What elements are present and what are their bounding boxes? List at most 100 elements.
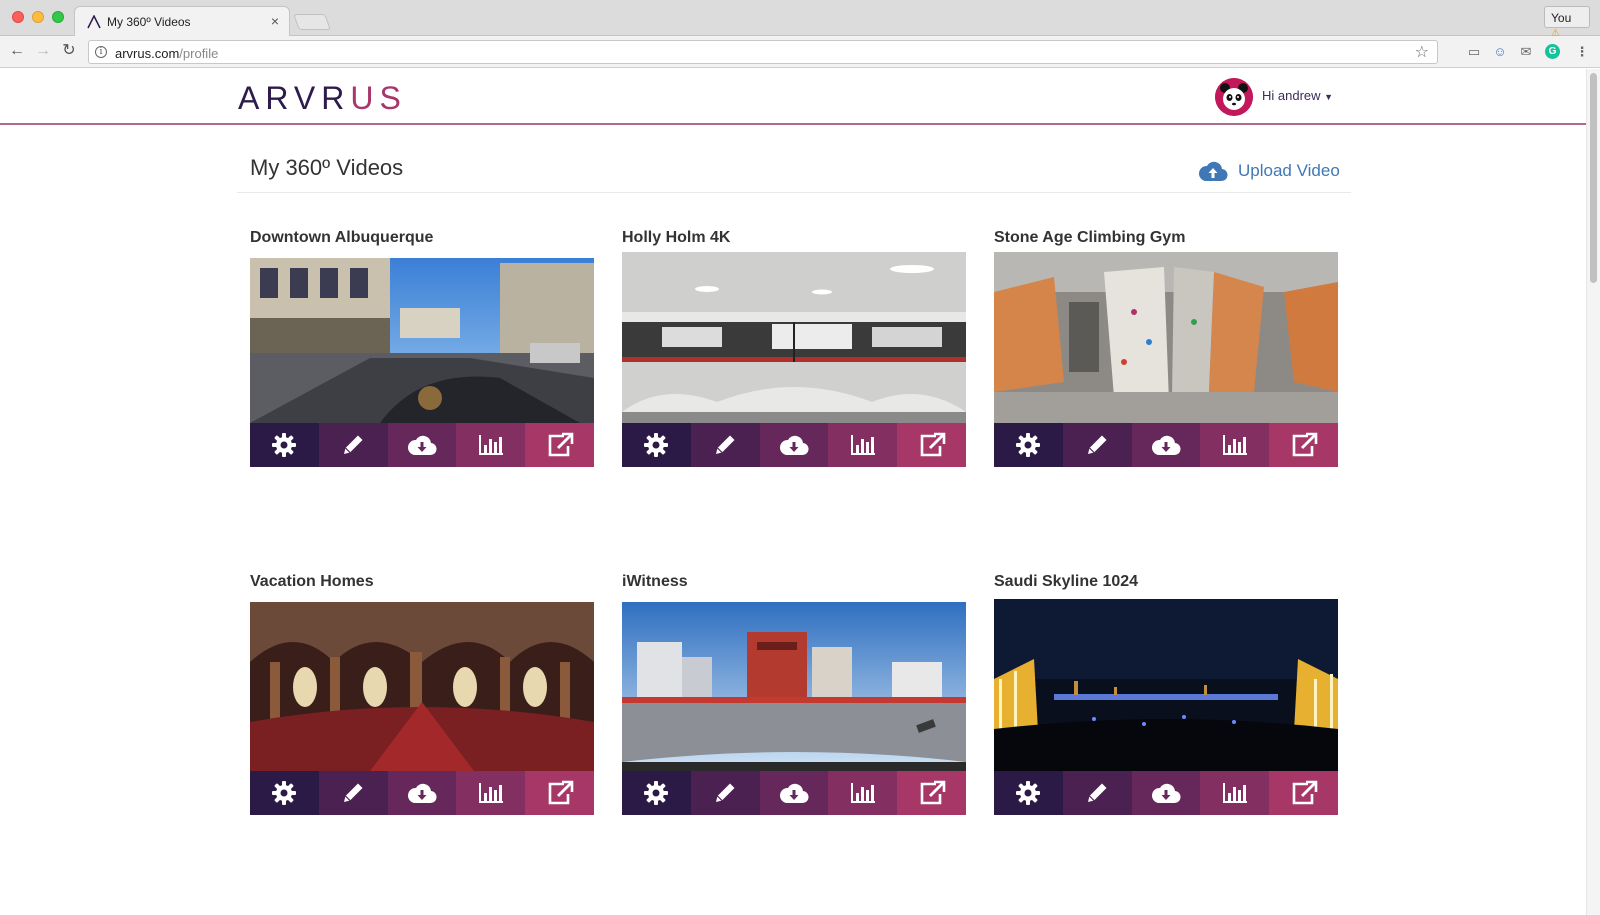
window-minimize-button[interactable] bbox=[32, 11, 44, 23]
scrollbar-thumb[interactable] bbox=[1590, 73, 1597, 283]
panda-avatar-icon bbox=[1215, 78, 1253, 116]
download-button[interactable] bbox=[387, 423, 457, 467]
edit-button[interactable] bbox=[1062, 771, 1132, 815]
caret-down-icon: ▼ bbox=[1324, 92, 1334, 102]
cast-icon[interactable]: ▭ bbox=[1466, 44, 1482, 60]
download-button[interactable] bbox=[387, 771, 457, 815]
edit-button[interactable] bbox=[318, 423, 388, 467]
video-title[interactable]: Vacation Homes bbox=[250, 573, 374, 591]
analytics-button[interactable] bbox=[1200, 771, 1270, 815]
video-title[interactable]: Downtown Albuquerque bbox=[250, 229, 433, 247]
bar-chart-icon bbox=[478, 435, 503, 455]
gear-icon bbox=[1016, 433, 1041, 457]
arvrus-favicon-icon bbox=[87, 15, 101, 29]
share-button[interactable] bbox=[1269, 771, 1338, 815]
video-thumbnail[interactable] bbox=[994, 599, 1338, 771]
video-title[interactable]: Holly Holm 4K bbox=[622, 229, 730, 247]
greeting-label: Hi andrew bbox=[1262, 88, 1321, 103]
mail-icon[interactable]: ✉ bbox=[1518, 44, 1534, 60]
gear-icon bbox=[644, 781, 669, 805]
window-close-button[interactable] bbox=[12, 11, 24, 23]
browser-menu-icon[interactable]: ⋮ bbox=[1574, 44, 1590, 60]
upload-video-link[interactable]: Upload Video bbox=[1198, 158, 1340, 184]
download-button[interactable] bbox=[759, 423, 829, 467]
video-thumbnail[interactable] bbox=[250, 258, 594, 423]
tab-title: My 360º Videos bbox=[107, 15, 191, 29]
info-icon[interactable]: i bbox=[95, 46, 107, 58]
back-arrow-icon[interactable]: ← bbox=[6, 40, 28, 62]
analytics-button[interactable] bbox=[456, 771, 526, 815]
browser-tab[interactable]: My 360º Videos × bbox=[74, 6, 290, 37]
settings-button[interactable] bbox=[994, 423, 1063, 467]
pencil-icon bbox=[716, 435, 735, 454]
download-button[interactable] bbox=[1131, 771, 1201, 815]
bar-chart-icon bbox=[478, 783, 503, 803]
cloud-download-icon bbox=[407, 783, 437, 804]
download-button[interactable] bbox=[759, 771, 829, 815]
profile-label: You bbox=[1551, 11, 1572, 25]
user-avatar[interactable] bbox=[1215, 78, 1253, 116]
extension-user-icon[interactable]: ☺ bbox=[1492, 44, 1508, 60]
settings-button[interactable] bbox=[250, 771, 319, 815]
pencil-icon bbox=[1088, 783, 1107, 802]
grammarly-icon[interactable]: G bbox=[1545, 44, 1560, 59]
tab-close-icon[interactable]: × bbox=[271, 13, 279, 29]
pencil-icon bbox=[344, 783, 363, 802]
settings-button[interactable] bbox=[622, 423, 691, 467]
bar-chart-icon bbox=[850, 783, 875, 803]
video-thumbnail[interactable] bbox=[250, 602, 594, 771]
edit-button[interactable] bbox=[690, 771, 760, 815]
street-thumbnail-image bbox=[250, 258, 594, 423]
share-button[interactable] bbox=[897, 423, 966, 467]
download-button[interactable] bbox=[1131, 423, 1201, 467]
gear-icon bbox=[272, 781, 297, 805]
analytics-button[interactable] bbox=[828, 423, 898, 467]
video-title[interactable]: Stone Age Climbing Gym bbox=[994, 229, 1185, 247]
pencil-icon bbox=[1088, 435, 1107, 454]
share-button[interactable] bbox=[525, 771, 594, 815]
gear-icon bbox=[1016, 781, 1041, 805]
external-link-icon bbox=[920, 780, 945, 805]
arvrus-logo[interactable]: ARVRUS bbox=[238, 80, 407, 117]
edit-button[interactable] bbox=[1062, 423, 1132, 467]
logo-part2: US bbox=[350, 80, 407, 116]
browser-tab-bar: My 360º Videos × You ⚠ bbox=[0, 0, 1600, 39]
forward-arrow-icon[interactable]: → bbox=[32, 40, 54, 62]
page-scrollbar[interactable] bbox=[1586, 69, 1600, 915]
browser-profile-button[interactable]: You ⚠ bbox=[1544, 6, 1590, 39]
external-link-icon bbox=[1292, 432, 1317, 457]
edit-button[interactable] bbox=[318, 771, 388, 815]
address-bar[interactable]: i arvrus.com/profile ☆ bbox=[88, 40, 1438, 64]
settings-button[interactable] bbox=[250, 423, 319, 467]
window-zoom-button[interactable] bbox=[52, 11, 64, 23]
video-title[interactable]: Saudi Skyline 1024 bbox=[994, 573, 1138, 591]
external-link-icon bbox=[548, 432, 573, 457]
analytics-button[interactable] bbox=[1200, 423, 1270, 467]
edit-button[interactable] bbox=[690, 423, 760, 467]
cloud-download-icon bbox=[1151, 783, 1181, 804]
reload-icon[interactable]: ↻ bbox=[58, 40, 80, 62]
share-button[interactable] bbox=[897, 771, 966, 815]
video-thumbnail[interactable] bbox=[994, 252, 1338, 423]
video-action-bar bbox=[622, 423, 966, 467]
url-host: arvrus.com bbox=[115, 46, 180, 61]
bar-chart-icon bbox=[1222, 783, 1247, 803]
cloud-upload-icon bbox=[1198, 161, 1228, 182]
video-thumbnail[interactable] bbox=[622, 602, 966, 771]
external-link-icon bbox=[1292, 780, 1317, 805]
pencil-icon bbox=[344, 435, 363, 454]
settings-button[interactable] bbox=[622, 771, 691, 815]
analytics-button[interactable] bbox=[456, 423, 526, 467]
bookmark-star-icon[interactable]: ☆ bbox=[1415, 42, 1429, 62]
user-menu-toggle[interactable]: Hi andrew ▼ bbox=[1262, 88, 1333, 103]
settings-button[interactable] bbox=[994, 771, 1063, 815]
new-tab-button[interactable] bbox=[293, 14, 331, 30]
video-action-bar bbox=[250, 771, 594, 815]
analytics-button[interactable] bbox=[828, 771, 898, 815]
share-button[interactable] bbox=[525, 423, 594, 467]
video-thumbnail[interactable] bbox=[622, 252, 966, 423]
browser-toolbar: ← → ↻ i arvrus.com/profile ☆ ▭ ☺ ✉ G ⋮ bbox=[0, 36, 1600, 68]
share-button[interactable] bbox=[1269, 423, 1338, 467]
gym-thumbnail-image bbox=[622, 252, 966, 423]
video-title[interactable]: iWitness bbox=[622, 573, 688, 591]
